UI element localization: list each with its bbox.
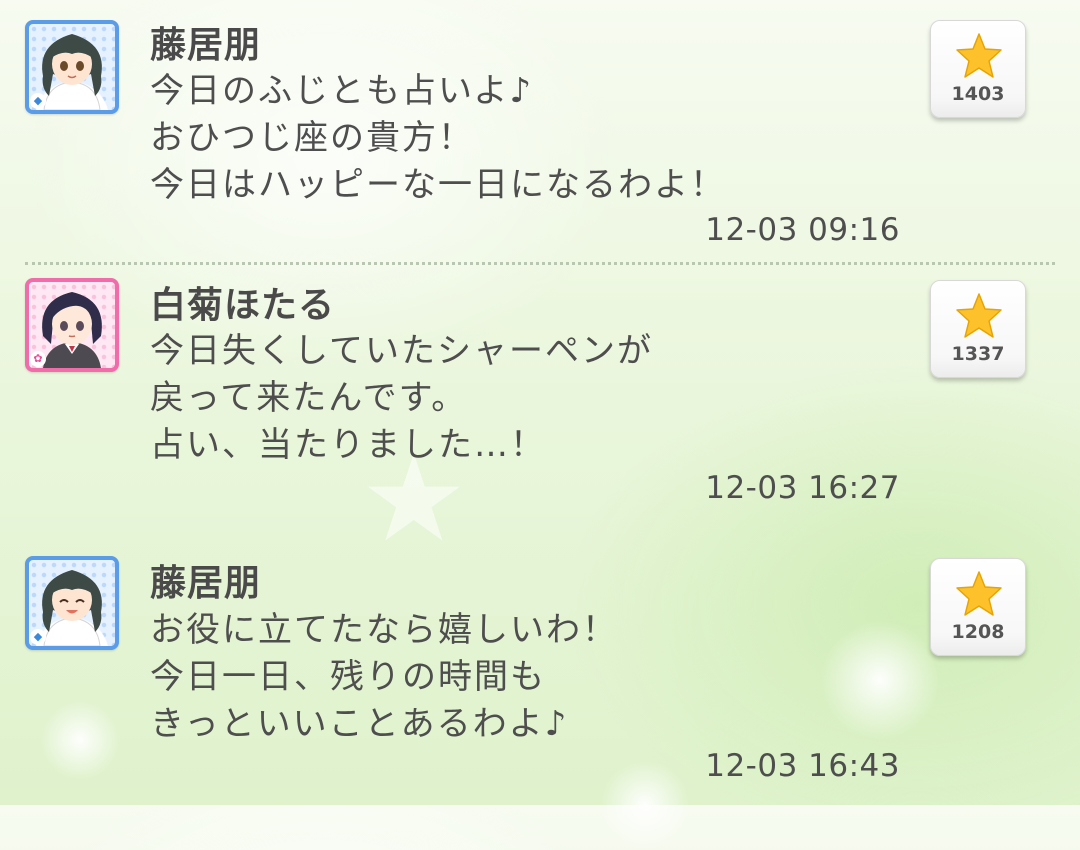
- timeline-post: ◆ 藤居朋 今日のふじとも占いよ♪ おひつじ座の貴方！ 今日はハッピーな一日にな…: [0, 0, 1080, 262]
- message-line: 今日はハッピーな一日になるわよ！: [150, 165, 726, 205]
- author-name: 藤居朋: [150, 563, 262, 604]
- message-line: 占い、当たりました…！: [150, 425, 546, 465]
- post-message: 今日失くしていたシャーペンが 戻って来たんです。 占い、当たりました…！: [150, 328, 890, 469]
- star-icon: [956, 293, 1002, 338]
- diamond-icon: ◆: [30, 93, 46, 109]
- message-line: お役に立てたなら嬉しいわ！: [150, 610, 618, 650]
- author-name: 白菊ほたる: [150, 285, 336, 326]
- like-button[interactable]: 1403: [930, 20, 1026, 118]
- like-button[interactable]: 1337: [930, 280, 1026, 378]
- post-timestamp: 12-03 16:43: [705, 748, 900, 784]
- like-count: 1403: [951, 83, 1005, 105]
- star-icon: [956, 571, 1002, 616]
- timeline-post: ✿ 白菊ほたる 今日失くしていたシャーペンが 戻って来たんです。 占い、当たりま…: [0, 258, 1080, 528]
- message-line: 今日のふじとも占いよ♪: [150, 71, 534, 111]
- message-line: 今日一日、残りの時間も: [150, 657, 546, 697]
- like-count: 1208: [951, 621, 1005, 643]
- flower-icon: ✿: [30, 351, 46, 367]
- star-icon: [956, 33, 1002, 78]
- message-line: きっといいことあるわよ♪: [150, 704, 569, 744]
- author-avatar[interactable]: ◆: [25, 556, 119, 650]
- author-avatar[interactable]: ◆: [25, 20, 119, 114]
- post-message: 今日のふじとも占いよ♪ おひつじ座の貴方！ 今日はハッピーな一日になるわよ！: [150, 68, 890, 209]
- like-count: 1337: [951, 343, 1005, 365]
- post-message: お役に立てたなら嬉しいわ！ 今日一日、残りの時間も きっといいことあるわよ♪: [150, 607, 890, 748]
- author-avatar[interactable]: ✿: [25, 278, 119, 372]
- message-line: 今日失くしていたシャーペンが: [150, 331, 653, 371]
- message-line: おひつじ座の貴方！: [150, 118, 474, 158]
- like-button[interactable]: 1208: [930, 558, 1026, 656]
- post-timestamp: 12-03 16:27: [705, 470, 900, 506]
- timeline-post: ◆ 藤居朋 お役に立てたなら嬉しいわ！ 今日一日、残りの時間も きっといいことあ…: [0, 536, 1080, 805]
- post-timestamp: 12-03 09:16: [705, 212, 900, 248]
- diamond-icon: ◆: [30, 629, 46, 645]
- author-name: 藤居朋: [150, 25, 262, 66]
- message-line: 戻って来たんです。: [150, 378, 468, 418]
